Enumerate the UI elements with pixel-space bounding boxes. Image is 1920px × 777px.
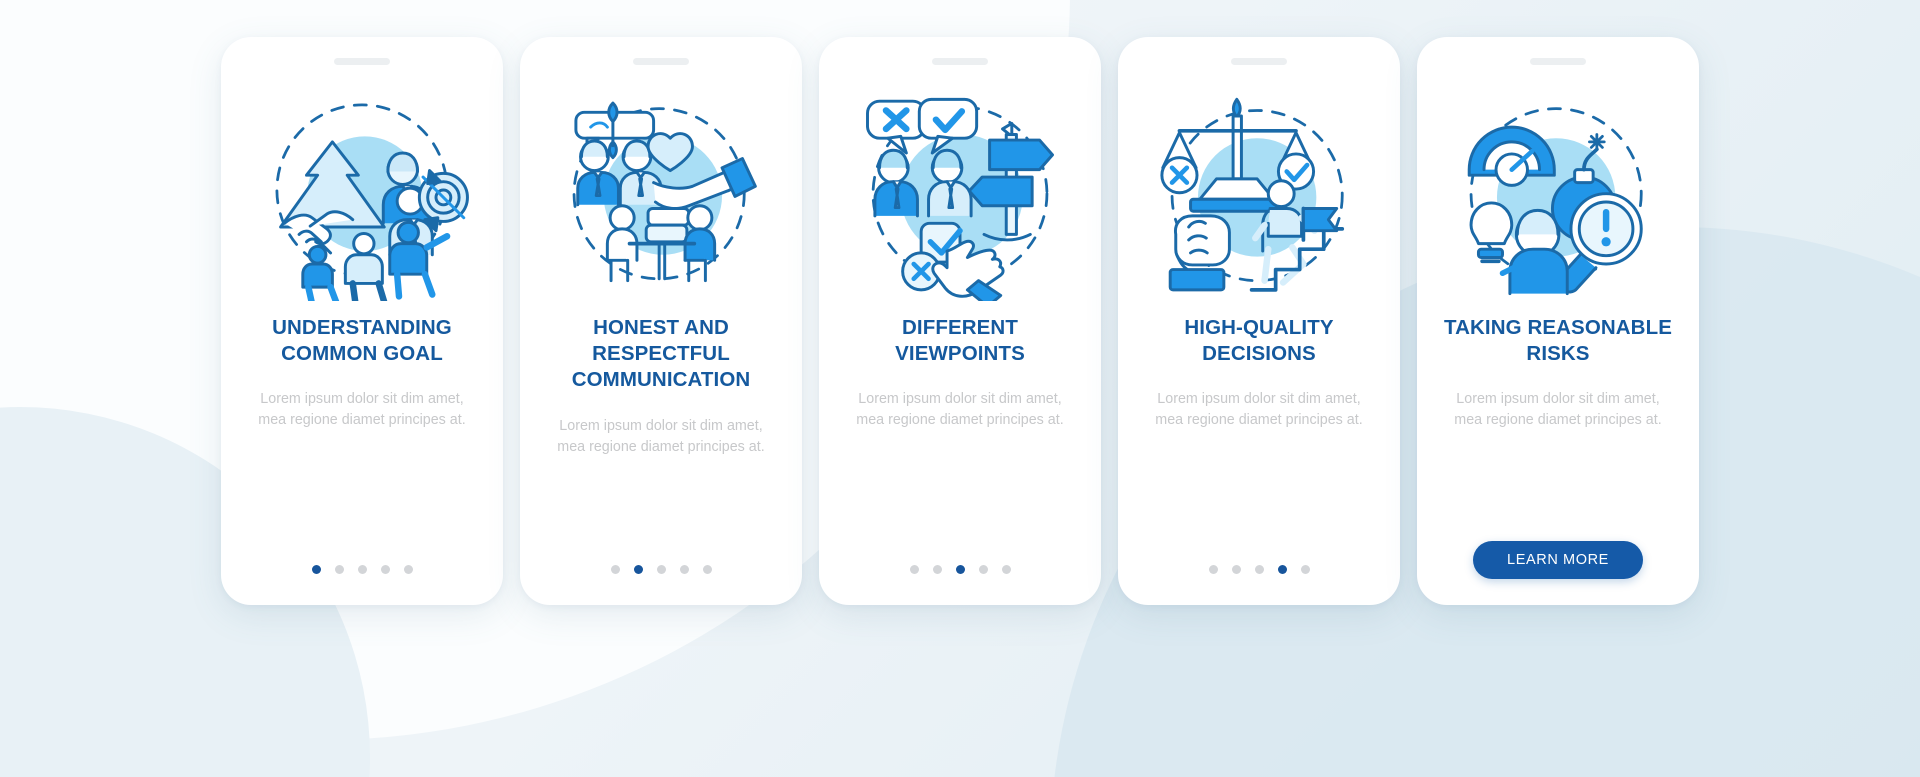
pagination-dot-5[interactable] bbox=[1300, 565, 1310, 574]
onboarding-card-high-quality-decisions[interactable]: HIGH-QUALITY DECISIONS Lorem ipsum dolor… bbox=[1118, 37, 1400, 605]
pagination-dot-1[interactable] bbox=[311, 565, 321, 574]
pagination-dot-3[interactable] bbox=[656, 565, 666, 574]
card-title: UNDERSTANDING COMMON GOAL bbox=[272, 316, 452, 366]
learn-more-button[interactable]: LEARN MORE bbox=[1473, 541, 1643, 579]
card-body-text: Lorem ipsum dolor sit dim amet, mea regi… bbox=[557, 417, 765, 455]
pagination-dot-3[interactable] bbox=[955, 565, 965, 574]
pagination-dot-4[interactable] bbox=[978, 565, 988, 574]
phone-speaker-notch bbox=[932, 58, 988, 65]
phone-speaker-notch bbox=[633, 58, 689, 65]
handshake-arrow-team-target-icon bbox=[246, 79, 478, 301]
speech-bubble-heart-hand-meeting-icon bbox=[545, 79, 777, 301]
pagination-dot-1[interactable] bbox=[909, 565, 919, 574]
pagination-dot-2[interactable] bbox=[633, 565, 643, 574]
pagination-dot-1[interactable] bbox=[610, 565, 620, 574]
card-title: HONEST AND RESPECTFUL COMMUNICATION bbox=[571, 316, 751, 392]
onboarding-screens-stage: UNDERSTANDING COMMON GOAL Lorem ipsum do… bbox=[0, 0, 1920, 777]
gauge-bomb-magnifier-warning-icon bbox=[1442, 79, 1674, 301]
pagination-dot-4[interactable] bbox=[1277, 565, 1287, 574]
pagination-dot-3[interactable] bbox=[357, 565, 367, 574]
onboarding-card-honest-and-respectful-communication[interactable]: HONEST AND RESPECTFUL COMMUNICATION Lore… bbox=[520, 37, 802, 605]
phone-speaker-notch bbox=[1530, 58, 1586, 65]
card-body-text: Lorem ipsum dolor sit dim amet, mea regi… bbox=[856, 391, 1064, 429]
onboarding-card-understanding-common-goal[interactable]: UNDERSTANDING COMMON GOAL Lorem ipsum do… bbox=[221, 37, 503, 605]
pagination-dot-2[interactable] bbox=[932, 565, 942, 574]
pagination-dot-2[interactable] bbox=[1231, 565, 1241, 574]
onboarding-card-taking-reasonable-risks[interactable]: TAKING REASONABLE RISKS Lorem ipsum dolo… bbox=[1417, 37, 1699, 605]
pagination-dots[interactable] bbox=[1208, 565, 1310, 574]
phone-speaker-notch bbox=[334, 58, 390, 65]
pagination-dot-4[interactable] bbox=[679, 565, 689, 574]
scales-fist-stairs-flag-icon bbox=[1143, 79, 1375, 301]
card-body-text: Lorem ipsum dolor sit dim amet, mea regi… bbox=[258, 391, 466, 429]
pagination-dots[interactable] bbox=[909, 565, 1011, 574]
pagination-dot-2[interactable] bbox=[334, 565, 344, 574]
card-title: DIFFERENT VIEWPOINTS bbox=[895, 316, 1025, 366]
pagination-dot-5[interactable] bbox=[1001, 565, 1011, 574]
phone-speaker-notch bbox=[1231, 58, 1287, 65]
pagination-dot-4[interactable] bbox=[380, 565, 390, 574]
onboarding-card-different-viewpoints[interactable]: DIFFERENT VIEWPOINTS Lorem ipsum dolor s… bbox=[819, 37, 1101, 605]
card-title: HIGH-QUALITY DECISIONS bbox=[1184, 316, 1334, 366]
card-body-text: Lorem ipsum dolor sit dim amet, mea regi… bbox=[1454, 391, 1662, 429]
pagination-dots[interactable] bbox=[311, 565, 413, 574]
card-body-text: Lorem ipsum dolor sit dim amet, mea regi… bbox=[1155, 391, 1363, 429]
pagination-dot-5[interactable] bbox=[702, 565, 712, 574]
onboarding-card-list: UNDERSTANDING COMMON GOAL Lorem ipsum do… bbox=[0, 0, 1920, 605]
card-title: TAKING REASONABLE RISKS bbox=[1444, 316, 1672, 366]
pagination-dot-3[interactable] bbox=[1254, 565, 1264, 574]
pagination-dots[interactable] bbox=[610, 565, 712, 574]
pagination-dot-1[interactable] bbox=[1208, 565, 1218, 574]
pagination-dot-5[interactable] bbox=[403, 565, 413, 574]
cross-check-bubbles-signpost-icon bbox=[844, 79, 1076, 301]
